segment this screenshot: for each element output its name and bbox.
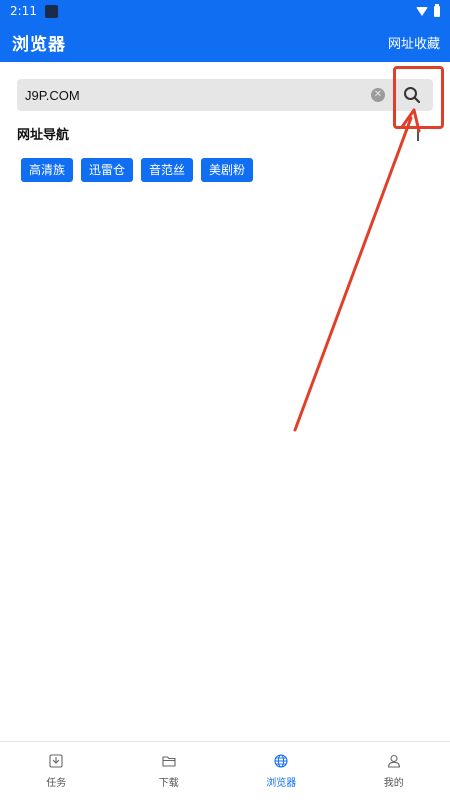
section-title: 网址导航: [17, 128, 70, 143]
add-icon[interactable]: [411, 126, 425, 141]
search-icon: [404, 87, 421, 104]
site-chip[interactable]: 美剧粉: [201, 158, 254, 182]
folder-icon: [162, 755, 176, 767]
tab-tasks[interactable]: 任务: [0, 742, 113, 800]
tab-label: 我的: [383, 777, 404, 789]
search-button[interactable]: [397, 80, 427, 110]
page-title: 浏览器: [12, 34, 66, 55]
tab-label: 下载: [158, 777, 179, 789]
site-chip[interactable]: 音范丝: [141, 158, 194, 182]
person-icon: [387, 754, 400, 768]
tab-downloads[interactable]: 下载: [113, 742, 226, 800]
clear-icon[interactable]: ✕: [371, 88, 385, 102]
tab-profile[interactable]: 我的: [338, 742, 450, 800]
annotation-arrow: [293, 108, 421, 432]
app-notification-icon: [44, 4, 58, 18]
status-indicators: [416, 3, 440, 17]
globe-icon: [274, 753, 288, 768]
status-bar: 2:11: [0, 0, 450, 22]
app-bar: 浏览器 网址收藏: [0, 22, 450, 62]
tab-browser[interactable]: 浏览器: [225, 742, 338, 800]
bookmarks-button[interactable]: 网址收藏: [388, 33, 440, 52]
battery-icon: [434, 3, 440, 17]
url-input[interactable]: [25, 87, 371, 103]
site-chip[interactable]: 迅雷仓: [81, 158, 134, 182]
bottom-tab-bar: 任务 下载 浏览器 我的: [0, 741, 450, 800]
status-time: 2:11: [10, 4, 37, 18]
search-bar: ✕: [17, 79, 433, 111]
wifi-icon: [416, 6, 428, 16]
site-chip[interactable]: 高清族: [21, 158, 74, 182]
inbox-download-icon: [49, 753, 63, 768]
url-navigation-header: 网址导航: [17, 124, 433, 143]
tab-label: 任务: [46, 777, 67, 789]
tab-label: 浏览器: [266, 777, 297, 789]
site-shortcuts: 高清族 迅雷仓 音范丝 美剧粉: [21, 158, 254, 182]
